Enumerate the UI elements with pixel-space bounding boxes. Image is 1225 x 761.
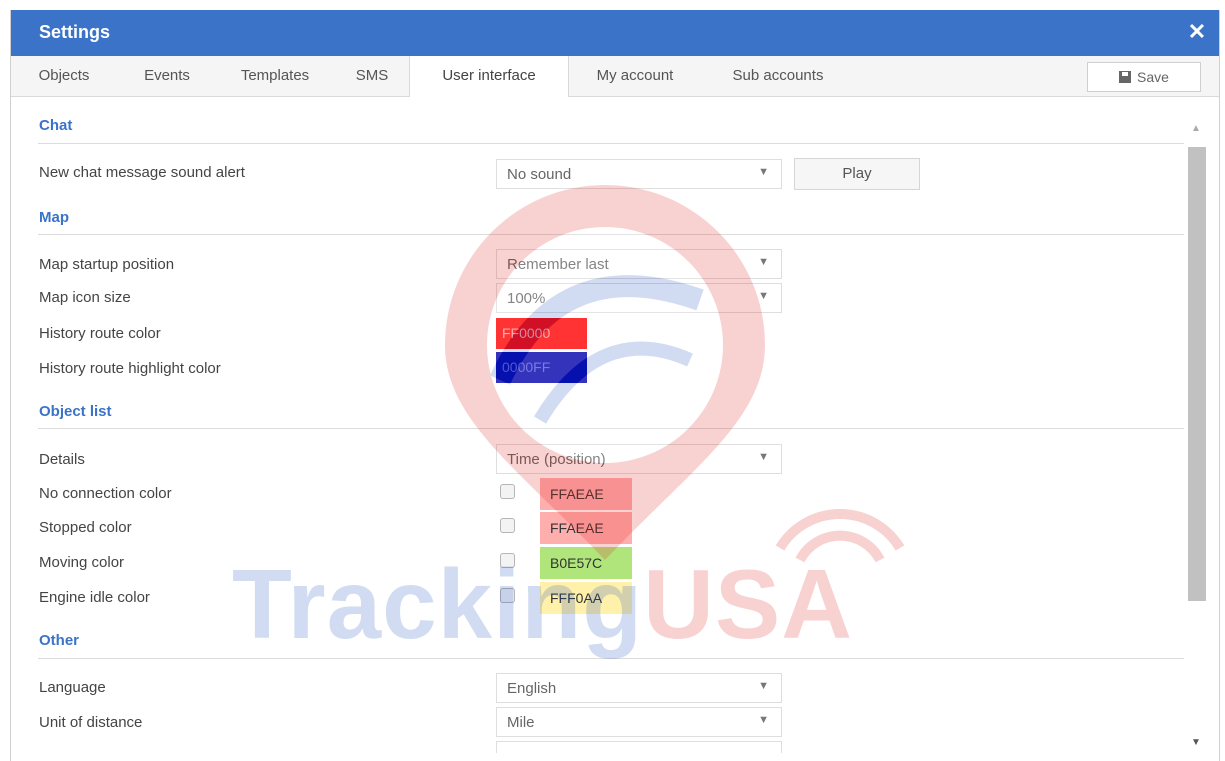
vertical-scrollbar[interactable]: ▲ ▼ xyxy=(1185,97,1209,757)
tab-events[interactable]: Events xyxy=(129,56,205,96)
no-connection-color-swatch[interactable]: FFAEAE xyxy=(540,478,632,510)
stopped-color-swatch[interactable]: FFAEAE xyxy=(540,512,632,544)
scroll-down-arrow-icon[interactable]: ▼ xyxy=(1191,737,1201,748)
stopped-color-label: Stopped color xyxy=(39,519,132,536)
route-color-label: History route color xyxy=(39,325,161,342)
map-startup-label: Map startup position xyxy=(39,256,175,273)
dialog-title: Settings xyxy=(39,22,111,42)
no-connection-color-label: No connection color xyxy=(39,485,172,502)
tab-my-account[interactable]: My account xyxy=(579,56,691,96)
route-color-field[interactable]: FF0000 xyxy=(496,318,587,349)
map-icon-size-select[interactable]: 100% ▼ xyxy=(496,283,782,313)
sound-alert-label: New chat message sound alert xyxy=(39,164,245,181)
distance-unit-value: Mile xyxy=(507,714,535,731)
sound-alert-value: No sound xyxy=(507,166,572,183)
map-icon-size-value: 100% xyxy=(507,290,546,307)
section-divider xyxy=(38,143,1184,144)
language-value: English xyxy=(507,680,557,697)
engine-idle-color-swatch[interactable]: FFF0AA xyxy=(540,582,632,614)
sound-alert-select[interactable]: No sound ▼ xyxy=(496,159,782,189)
dropdown-arrow-icon: ▼ xyxy=(758,680,769,692)
section-title-object-list: Object list xyxy=(39,403,112,420)
map-startup-value: Remember last xyxy=(507,256,609,273)
highlight-color-field[interactable]: 0000FF xyxy=(496,352,587,383)
section-divider xyxy=(38,428,1184,429)
play-button[interactable]: Play xyxy=(794,158,920,190)
language-label: Language xyxy=(39,679,106,696)
dropdown-arrow-icon: ▼ xyxy=(758,714,769,726)
map-startup-select[interactable]: Remember last ▼ xyxy=(496,249,782,279)
close-icon[interactable]: ✕ xyxy=(1185,18,1209,46)
tab-sub-accounts[interactable]: Sub accounts xyxy=(711,56,845,96)
details-value: Time (position) xyxy=(507,451,606,468)
dropdown-arrow-icon: ▼ xyxy=(758,290,769,302)
details-label: Details xyxy=(39,451,85,468)
floppy-disk-icon xyxy=(1119,71,1132,83)
tab-templates[interactable]: Templates xyxy=(223,56,327,96)
tab-sms[interactable]: SMS xyxy=(347,56,397,96)
section-divider xyxy=(38,658,1184,659)
tab-bar: Objects Events Templates SMS User interf… xyxy=(11,56,1219,97)
distance-unit-select[interactable]: Mile ▼ xyxy=(496,707,782,737)
dropdown-arrow-icon: ▼ xyxy=(758,451,769,463)
distance-unit-label: Unit of distance xyxy=(39,714,143,731)
tab-user-interface[interactable]: User interface xyxy=(409,56,569,97)
highlight-color-label: History route highlight color xyxy=(39,360,221,377)
title-bar: Settings ✕ xyxy=(11,10,1219,56)
scroll-thumb[interactable] xyxy=(1188,147,1206,601)
section-divider xyxy=(38,234,1184,235)
save-button[interactable]: Save xyxy=(1087,62,1201,92)
stopped-color-checkbox[interactable] xyxy=(500,518,515,533)
moving-color-swatch[interactable]: B0E57C xyxy=(540,547,632,579)
next-select-partial[interactable] xyxy=(496,741,782,753)
scroll-up-arrow-icon[interactable]: ▲ xyxy=(1191,123,1201,134)
moving-color-label: Moving color xyxy=(39,554,125,571)
details-select[interactable]: Time (position) ▼ xyxy=(496,444,782,474)
settings-content: Chat New chat message sound alert No sou… xyxy=(10,97,1190,761)
section-title-map: Map xyxy=(39,209,69,226)
map-icon-size-label: Map icon size xyxy=(39,289,131,306)
dropdown-arrow-icon: ▼ xyxy=(758,256,769,268)
dropdown-arrow-icon: ▼ xyxy=(758,166,769,178)
section-title-other: Other xyxy=(39,632,80,649)
no-connection-color-checkbox[interactable] xyxy=(500,484,515,499)
language-select[interactable]: English ▼ xyxy=(496,673,782,703)
moving-color-checkbox[interactable] xyxy=(500,553,515,568)
tab-objects[interactable]: Objects xyxy=(21,56,107,96)
engine-idle-color-checkbox[interactable] xyxy=(500,588,515,603)
engine-idle-color-label: Engine idle color xyxy=(39,589,150,606)
section-title-chat: Chat xyxy=(39,117,73,134)
save-label: Save xyxy=(1137,69,1169,85)
